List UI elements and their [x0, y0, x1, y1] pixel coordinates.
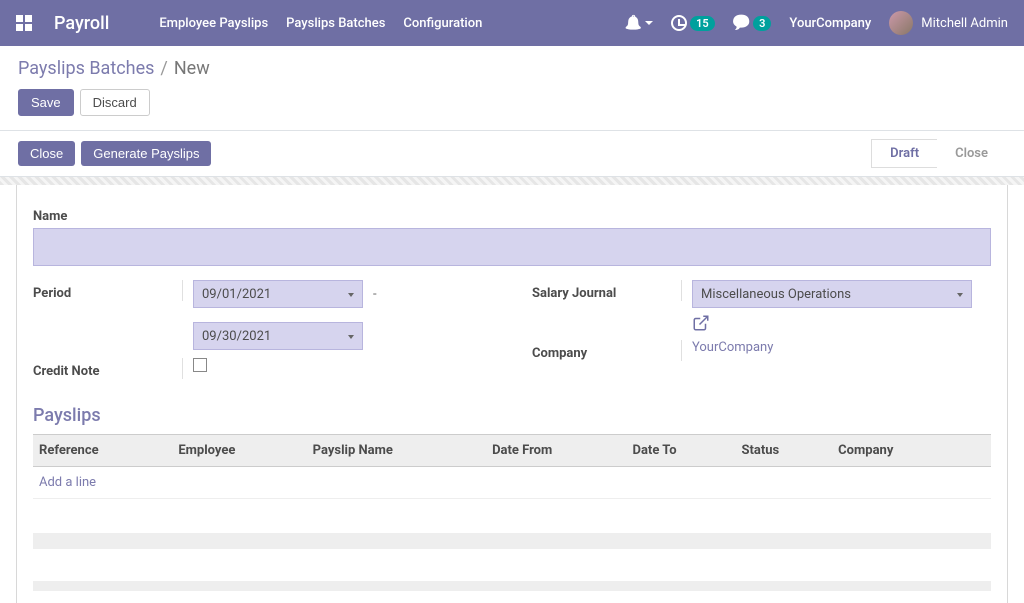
- chevron-down-icon: [348, 293, 354, 297]
- breadcrumb-current: New: [174, 58, 210, 79]
- close-button[interactable]: Close: [18, 141, 75, 166]
- nav-right: 15 3 YourCompany Mitchell Admin: [625, 11, 1008, 35]
- messaging-badge: 3: [753, 16, 771, 31]
- company-label: Company: [532, 340, 682, 361]
- col-company[interactable]: Company: [832, 435, 963, 467]
- grey-bar: [33, 533, 991, 549]
- nav-payslips-batches[interactable]: Payslips Batches: [286, 16, 385, 31]
- breadcrumb-sep: /: [160, 58, 167, 79]
- date-end-input[interactable]: 09/30/2021: [193, 322, 363, 350]
- period-row: Period 09/01/2021 - 09/30/2021: [33, 280, 492, 350]
- breadcrumb: Payslips Batches / New: [18, 58, 1006, 79]
- col-date-from[interactable]: Date From: [486, 435, 626, 467]
- salary-journal-row: Salary Journal Miscellaneous Operations: [532, 280, 991, 332]
- company-value[interactable]: YourCompany: [692, 340, 773, 355]
- hatched-divider: [0, 177, 1024, 185]
- col-reference[interactable]: Reference: [33, 435, 172, 467]
- add-a-line[interactable]: Add a line: [39, 475, 96, 490]
- status-draft[interactable]: Draft: [871, 139, 937, 168]
- status-steps: Draft Close: [871, 139, 1006, 168]
- nav-configuration[interactable]: Configuration: [403, 16, 482, 31]
- name-label: Name: [33, 209, 991, 224]
- col-date-to[interactable]: Date To: [627, 435, 736, 467]
- credit-note-label: Credit Note: [33, 358, 183, 379]
- top-navbar: Payroll Employee Payslips Payslips Batch…: [0, 0, 1024, 46]
- col-actions: [963, 435, 991, 467]
- col-payslip-name[interactable]: Payslip Name: [307, 435, 486, 467]
- chevron-down-icon: [957, 293, 963, 297]
- right-column: Salary Journal Miscellaneous Operations …: [532, 280, 991, 387]
- avatar: [889, 11, 913, 35]
- generate-payslips-button[interactable]: Generate Payslips: [81, 141, 211, 166]
- company-switcher[interactable]: YourCompany: [789, 16, 871, 31]
- user-menu[interactable]: Mitchell Admin: [889, 11, 1008, 35]
- save-button[interactable]: Save: [18, 89, 74, 116]
- apps-icon[interactable]: [16, 15, 32, 31]
- breadcrumb-bar: Payslips Batches / New: [0, 46, 1024, 79]
- col-status[interactable]: Status: [735, 435, 832, 467]
- grey-bar-2: [33, 581, 991, 591]
- nav-links: Employee Payslips Payslips Batches Confi…: [159, 16, 482, 31]
- date-start-value: 09/01/2021: [202, 287, 271, 302]
- clock-icon: [671, 15, 687, 31]
- period-label: Period: [33, 280, 183, 301]
- company-row: Company YourCompany: [532, 340, 991, 361]
- messaging-menu[interactable]: 3: [733, 15, 772, 31]
- salary-journal-value: Miscellaneous Operations: [701, 287, 851, 302]
- salary-journal-select[interactable]: Miscellaneous Operations: [692, 280, 972, 308]
- col-employee[interactable]: Employee: [172, 435, 306, 467]
- status-close[interactable]: Close: [937, 140, 1006, 167]
- bell-icon: [625, 15, 642, 31]
- credit-note-checkbox[interactable]: [193, 358, 207, 372]
- notifications-menu[interactable]: [625, 15, 653, 31]
- chevron-down-icon: [645, 21, 653, 25]
- breadcrumb-parent[interactable]: Payslips Batches: [18, 58, 154, 79]
- form-sheet: Name Period 09/01/2021 - 09/30/2021: [16, 185, 1008, 603]
- statusbar: Close Generate Payslips Draft Close: [0, 130, 1024, 177]
- table-header-row: Reference Employee Payslip Name Date Fro…: [33, 435, 991, 467]
- date-end-value: 09/30/2021: [202, 329, 271, 344]
- left-column: Period 09/01/2021 - 09/30/2021 Credit No…: [33, 280, 492, 387]
- chat-icon: [733, 15, 750, 31]
- name-input[interactable]: [33, 228, 991, 266]
- app-brand[interactable]: Payroll: [54, 13, 109, 34]
- table-row: Add a line: [33, 467, 991, 499]
- payslips-title: Payslips: [33, 405, 991, 426]
- user-name: Mitchell Admin: [921, 16, 1008, 31]
- nav-employee-payslips[interactable]: Employee Payslips: [159, 16, 268, 31]
- form-columns: Period 09/01/2021 - 09/30/2021 Credit No…: [33, 280, 991, 387]
- activities-badge: 15: [690, 16, 715, 31]
- discard-button[interactable]: Discard: [80, 89, 150, 116]
- name-field-block: Name: [33, 209, 991, 266]
- payslips-table: Reference Employee Payslip Name Date Fro…: [33, 434, 991, 499]
- statusbar-buttons: Close Generate Payslips: [18, 141, 211, 166]
- credit-note-row: Credit Note: [33, 358, 492, 379]
- chevron-down-icon: [348, 335, 354, 339]
- activities-menu[interactable]: 15: [671, 15, 715, 31]
- action-buttons: Save Discard: [0, 79, 1024, 130]
- period-dash: -: [369, 287, 381, 302]
- salary-journal-label: Salary Journal: [532, 280, 682, 301]
- external-link-icon[interactable]: [692, 314, 710, 332]
- date-start-input[interactable]: 09/01/2021: [193, 280, 363, 308]
